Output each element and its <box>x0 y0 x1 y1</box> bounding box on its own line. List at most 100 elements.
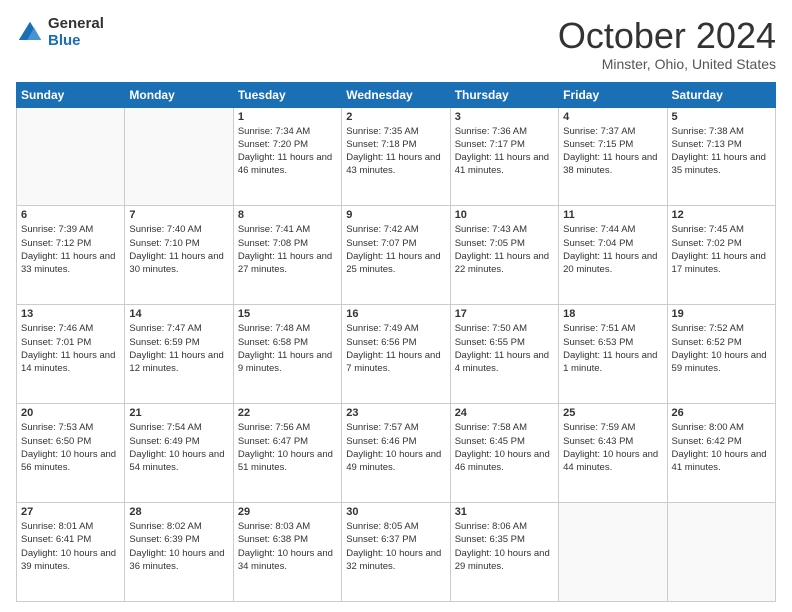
cell-info: Sunrise: 7:54 AMSunset: 6:49 PMDaylight:… <box>129 421 228 474</box>
calendar-cell <box>17 107 125 206</box>
day-number: 20 <box>21 407 120 419</box>
day-number: 8 <box>238 209 337 221</box>
calendar-week: 20 Sunrise: 7:53 AMSunset: 6:50 PMDayligh… <box>17 404 776 503</box>
calendar-cell: 28 Sunrise: 8:02 AMSunset: 6:39 PMDayligh… <box>125 503 233 602</box>
calendar-cell: 5 Sunrise: 7:38 AMSunset: 7:13 PMDaylight… <box>667 107 775 206</box>
calendar-cell: 19 Sunrise: 7:52 AMSunset: 6:52 PMDayligh… <box>667 305 775 404</box>
calendar-cell: 24Sunrise: 7:58 AMSunset: 6:45 PMDayligh… <box>450 404 558 503</box>
calendar-cell <box>125 107 233 206</box>
cell-info: Sunrise: 7:50 AMSunset: 6:55 PMDaylight:… <box>455 322 554 375</box>
cell-info: Sunrise: 7:51 AMSunset: 6:53 PMDaylight:… <box>563 322 662 375</box>
day-number: 30 <box>346 506 445 518</box>
cell-info: Sunrise: 7:37 AMSunset: 7:15 PMDaylight:… <box>563 125 662 178</box>
day-number: 25 <box>563 407 662 419</box>
day-number: 10 <box>455 209 554 221</box>
weekday-header: Friday <box>559 82 667 107</box>
cell-info: Sunrise: 7:56 AMSunset: 6:47 PMDaylight:… <box>238 421 337 474</box>
calendar-cell <box>667 503 775 602</box>
cell-info: Sunrise: 8:03 AMSunset: 6:38 PMDaylight:… <box>238 520 337 573</box>
calendar-cell: 21 Sunrise: 7:54 AMSunset: 6:49 PMDayligh… <box>125 404 233 503</box>
location: Minster, Ohio, United States <box>558 56 776 72</box>
day-number: 4 <box>563 111 662 123</box>
cell-info: Sunrise: 8:02 AMSunset: 6:39 PMDaylight:… <box>129 520 228 573</box>
cell-info: Sunrise: 7:52 AMSunset: 6:52 PMDaylight:… <box>672 322 771 375</box>
day-number: 17 <box>455 308 554 320</box>
day-number: 1 <box>238 111 337 123</box>
weekday-header: Thursday <box>450 82 558 107</box>
calendar-cell: 18 Sunrise: 7:51 AMSunset: 6:53 PMDayligh… <box>559 305 667 404</box>
calendar-cell: 25 Sunrise: 7:59 AMSunset: 6:43 PMDayligh… <box>559 404 667 503</box>
day-number: 31 <box>455 506 554 518</box>
title-block: October 2024 Minster, Ohio, United State… <box>558 16 776 72</box>
calendar-cell: 14 Sunrise: 7:47 AMSunset: 6:59 PMDayligh… <box>125 305 233 404</box>
month-title: October 2024 <box>558 16 776 56</box>
weekday-header: Wednesday <box>342 82 450 107</box>
calendar-cell: 12Sunrise: 7:45 AMSunset: 7:02 PMDayligh… <box>667 206 775 305</box>
calendar-cell: 2 Sunrise: 7:35 AMSunset: 7:18 PMDaylight… <box>342 107 450 206</box>
calendar-cell: 13 Sunrise: 7:46 AMSunset: 7:01 PMDayligh… <box>17 305 125 404</box>
cell-info: Sunrise: 8:01 AMSunset: 6:41 PMDaylight:… <box>21 520 120 573</box>
calendar-cell: 26Sunrise: 8:00 AMSunset: 6:42 PMDayligh… <box>667 404 775 503</box>
weekday-header: Sunday <box>17 82 125 107</box>
cell-info: Sunrise: 7:35 AMSunset: 7:18 PMDaylight:… <box>346 125 445 178</box>
cell-info: Sunrise: 7:34 AMSunset: 7:20 PMDaylight:… <box>238 125 337 178</box>
cell-info: Sunrise: 7:38 AMSunset: 7:13 PMDaylight:… <box>672 125 771 178</box>
day-number: 11 <box>563 209 662 221</box>
cell-info: Sunrise: 7:43 AMSunset: 7:05 PMDaylight:… <box>455 223 554 276</box>
calendar-cell: 20 Sunrise: 7:53 AMSunset: 6:50 PMDayligh… <box>17 404 125 503</box>
calendar-cell: 10 Sunrise: 7:43 AMSunset: 7:05 PMDayligh… <box>450 206 558 305</box>
logo-text: General Blue <box>48 16 104 49</box>
calendar-week: 27 Sunrise: 8:01 AMSunset: 6:41 PMDayligh… <box>17 503 776 602</box>
cell-info: Sunrise: 7:48 AMSunset: 6:58 PMDaylight:… <box>238 322 337 375</box>
cell-info: Sunrise: 7:47 AMSunset: 6:59 PMDaylight:… <box>129 322 228 375</box>
cell-info: Sunrise: 7:46 AMSunset: 7:01 PMDaylight:… <box>21 322 120 375</box>
calendar-cell: 22Sunrise: 7:56 AMSunset: 6:47 PMDayligh… <box>233 404 341 503</box>
cell-info: Sunrise: 7:40 AMSunset: 7:10 PMDaylight:… <box>129 223 228 276</box>
day-number: 21 <box>129 407 228 419</box>
day-number: 18 <box>563 308 662 320</box>
weekday-header: Saturday <box>667 82 775 107</box>
cell-info: Sunrise: 7:45 AMSunset: 7:02 PMDaylight:… <box>672 223 771 276</box>
calendar-cell: 4 Sunrise: 7:37 AMSunset: 7:15 PMDaylight… <box>559 107 667 206</box>
day-number: 6 <box>21 209 120 221</box>
cell-info: Sunrise: 7:53 AMSunset: 6:50 PMDaylight:… <box>21 421 120 474</box>
calendar-week: 1 Sunrise: 7:34 AMSunset: 7:20 PMDaylight… <box>17 107 776 206</box>
cell-info: Sunrise: 8:06 AMSunset: 6:35 PMDaylight:… <box>455 520 554 573</box>
calendar-cell: 9Sunrise: 7:42 AMSunset: 7:07 PMDaylight… <box>342 206 450 305</box>
calendar-cell: 17 Sunrise: 7:50 AMSunset: 6:55 PMDayligh… <box>450 305 558 404</box>
cell-info: Sunrise: 7:41 AMSunset: 7:08 PMDaylight:… <box>238 223 337 276</box>
logo: General Blue <box>16 16 104 49</box>
day-number: 28 <box>129 506 228 518</box>
calendar-cell <box>559 503 667 602</box>
logo-icon <box>16 19 44 47</box>
calendar-cell: 23Sunrise: 7:57 AMSunset: 6:46 PMDayligh… <box>342 404 450 503</box>
day-number: 3 <box>455 111 554 123</box>
cell-info: Sunrise: 7:44 AMSunset: 7:04 PMDaylight:… <box>563 223 662 276</box>
calendar-cell: 3 Sunrise: 7:36 AMSunset: 7:17 PMDaylight… <box>450 107 558 206</box>
day-number: 19 <box>672 308 771 320</box>
cell-info: Sunrise: 7:59 AMSunset: 6:43 PMDaylight:… <box>563 421 662 474</box>
day-number: 14 <box>129 308 228 320</box>
calendar-week: 13 Sunrise: 7:46 AMSunset: 7:01 PMDayligh… <box>17 305 776 404</box>
page: General Blue October 2024 Minster, Ohio,… <box>0 0 792 612</box>
day-number: 13 <box>21 308 120 320</box>
day-number: 27 <box>21 506 120 518</box>
cell-info: Sunrise: 7:42 AMSunset: 7:07 PMDaylight:… <box>346 223 445 276</box>
day-number: 5 <box>672 111 771 123</box>
calendar-cell: 8 Sunrise: 7:41 AMSunset: 7:08 PMDaylight… <box>233 206 341 305</box>
logo-general: General <box>48 16 104 33</box>
day-number: 7 <box>129 209 228 221</box>
calendar-cell: 29 Sunrise: 8:03 AMSunset: 6:38 PMDayligh… <box>233 503 341 602</box>
cell-info: Sunrise: 7:36 AMSunset: 7:17 PMDaylight:… <box>455 125 554 178</box>
weekday-header: Monday <box>125 82 233 107</box>
day-number: 29 <box>238 506 337 518</box>
calendar-cell: 11 Sunrise: 7:44 AMSunset: 7:04 PMDayligh… <box>559 206 667 305</box>
calendar-cell: 16Sunrise: 7:49 AMSunset: 6:56 PMDayligh… <box>342 305 450 404</box>
calendar-cell: 27 Sunrise: 8:01 AMSunset: 6:41 PMDayligh… <box>17 503 125 602</box>
cell-info: Sunrise: 7:49 AMSunset: 6:56 PMDaylight:… <box>346 322 445 375</box>
logo-blue: Blue <box>48 33 104 50</box>
calendar-week: 6Sunrise: 7:39 AMSunset: 7:12 PMDaylight… <box>17 206 776 305</box>
day-number: 15 <box>238 308 337 320</box>
calendar-cell: 15 Sunrise: 7:48 AMSunset: 6:58 PMDayligh… <box>233 305 341 404</box>
day-number: 2 <box>346 111 445 123</box>
